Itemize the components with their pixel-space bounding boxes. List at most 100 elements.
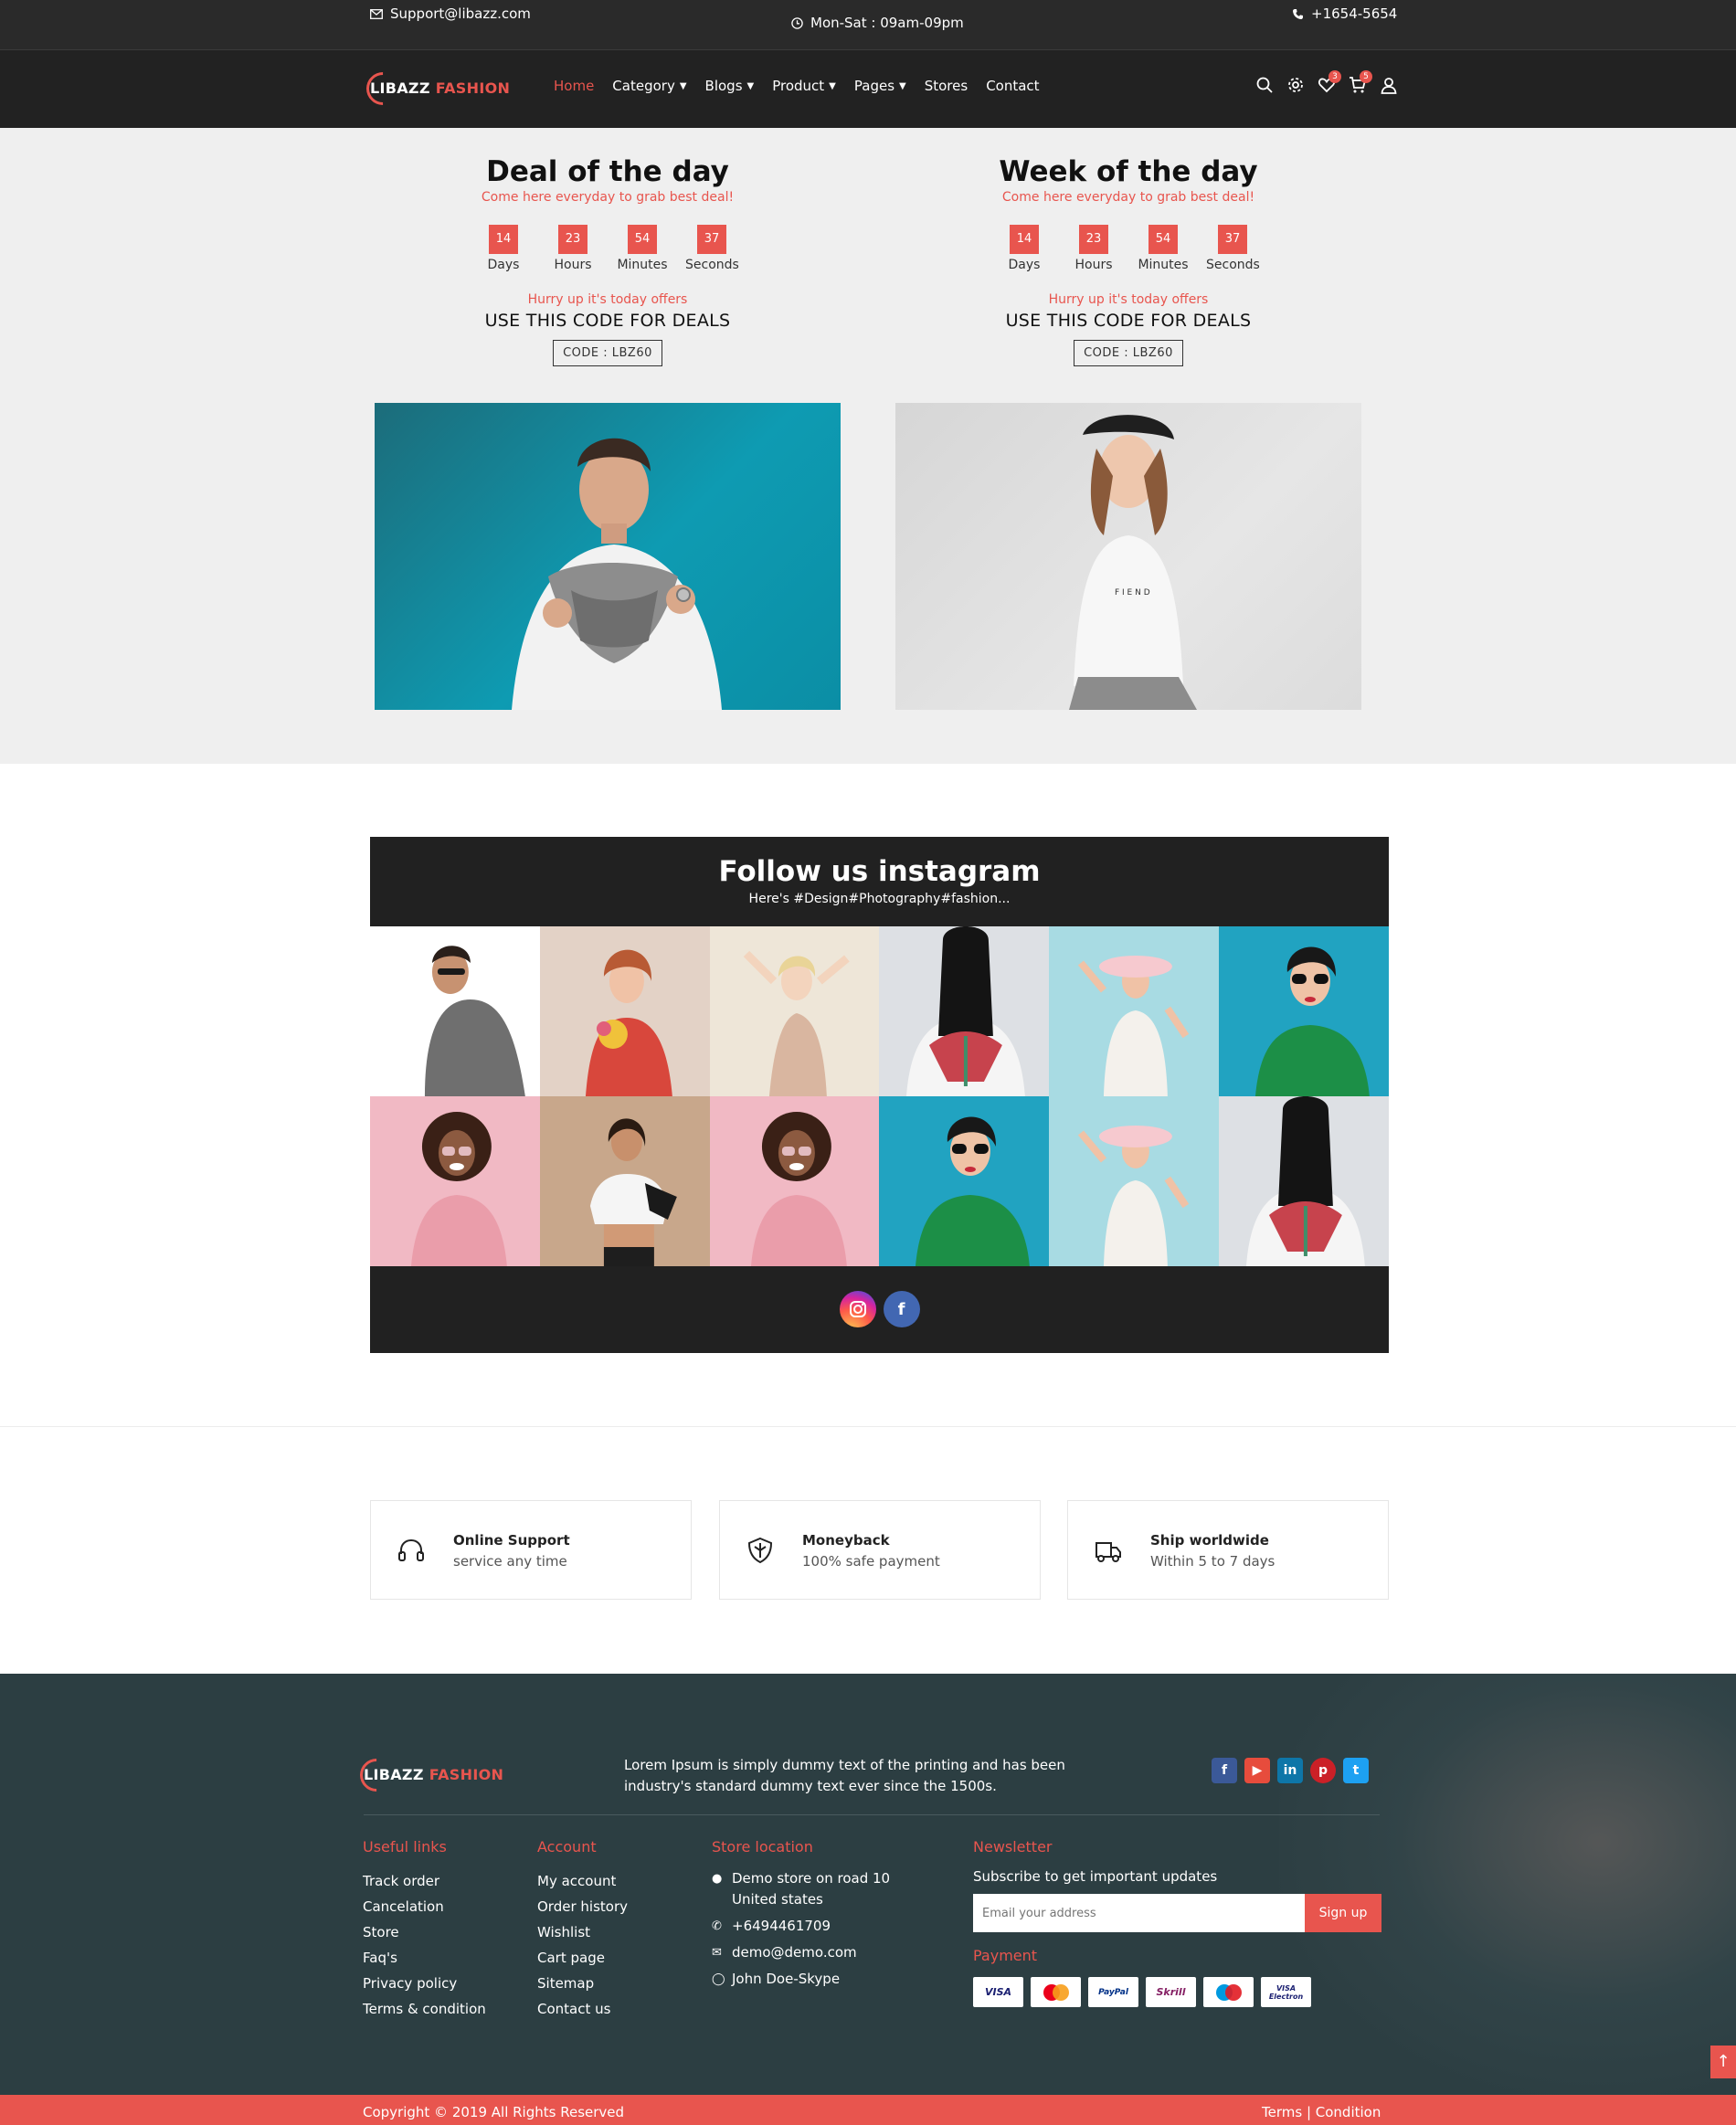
footer-link-faqs[interactable]: Faq's xyxy=(363,1945,486,1971)
nav-item-pages[interactable]: Pages ▼ xyxy=(854,78,906,94)
nav-item-category[interactable]: Category ▼ xyxy=(612,78,686,94)
instagram-grid xyxy=(370,926,1389,1266)
brand-name-primary: LIBAZZ xyxy=(370,79,430,97)
skrill-logo: Skrill xyxy=(1146,1977,1196,2007)
support-email[interactable]: Support@libazz.com xyxy=(370,5,531,22)
cart-count-badge: 5 xyxy=(1360,70,1372,83)
coupon-code[interactable]: CODE : LBZ60 xyxy=(1074,340,1183,366)
footer-link-terms[interactable]: Terms & condition xyxy=(363,1996,486,2022)
opening-hours: Mon-Sat : 09am-09pm xyxy=(791,15,964,31)
deal-image-man[interactable] xyxy=(375,403,841,710)
instagram-section: Follow us instagram Here's #Design#Photo… xyxy=(370,837,1389,1353)
footer-column-heading: Newsletter xyxy=(973,1838,1053,1855)
instagram-title: Follow us instagram xyxy=(718,855,1041,888)
brand-logo[interactable]: LIBAZZ FASHION xyxy=(359,65,511,112)
store-phone[interactable]: ✆ +6494461709 xyxy=(712,1916,890,1937)
terms-condition-link[interactable]: Terms | Condition xyxy=(1262,2104,1381,2120)
footer-link-sitemap[interactable]: Sitemap xyxy=(537,1971,628,1996)
footer-useful-links: Useful links Track order Cancelation Sto… xyxy=(363,1838,486,2022)
chevron-down-icon: ▼ xyxy=(829,80,836,91)
brand-name-secondary: FASHION xyxy=(429,1766,504,1783)
footer-link-my-account[interactable]: My account xyxy=(537,1868,628,1894)
deal-subtitle: Come here everyday to grab best deal! xyxy=(1001,190,1255,205)
footer-social-links: f ▶ in p t xyxy=(1212,1758,1369,1783)
instagram-photo[interactable] xyxy=(1049,926,1220,1096)
newsletter-subtitle: Subscribe to get important updates xyxy=(973,1868,1218,1885)
payment-methods: VISA PayPal Skrill VISA Electron xyxy=(973,1977,1381,2007)
footer-link-order-history[interactable]: Order history xyxy=(537,1894,628,1919)
pinterest-icon[interactable]: p xyxy=(1310,1758,1336,1783)
instagram-photo[interactable] xyxy=(1219,926,1389,1096)
newsletter-form: Sign up xyxy=(973,1894,1381,1932)
feature-title: Ship worldwide xyxy=(1150,1532,1269,1549)
feature-subtitle: 100% safe payment xyxy=(802,1553,940,1570)
facebook-icon[interactable]: f xyxy=(883,1291,920,1327)
opening-hours-text: Mon-Sat : 09am-09pm xyxy=(810,15,964,31)
address-line-1: Demo store on road 10 xyxy=(732,1870,891,1887)
countdown-days: 14 Days xyxy=(477,225,530,272)
nav-item-blogs[interactable]: Blogs ▼ xyxy=(705,78,755,94)
footer-logo[interactable]: LIBAZZ FASHION xyxy=(353,1751,504,1799)
newsletter-email-input[interactable] xyxy=(973,1894,1305,1932)
nav-item-label: Product xyxy=(772,78,825,94)
brand-name-primary: LIBAZZ xyxy=(364,1766,424,1783)
instagram-photo[interactable] xyxy=(709,926,880,1096)
youtube-icon[interactable]: ▶ xyxy=(1244,1758,1270,1783)
footer-link-wishlist[interactable]: Wishlist xyxy=(537,1919,628,1945)
footer-link-store[interactable]: Store xyxy=(363,1919,486,1945)
instagram-photo[interactable] xyxy=(370,1096,540,1266)
instagram-icon[interactable] xyxy=(839,1291,876,1327)
facebook-icon[interactable]: f xyxy=(1212,1758,1237,1783)
instagram-photo[interactable] xyxy=(539,926,710,1096)
feature-title: Online Support xyxy=(453,1532,570,1549)
store-skype[interactable]: ◯ John Doe-Skype xyxy=(712,1969,890,1990)
countdown-label: Minutes xyxy=(617,258,668,272)
footer-link-cancelation[interactable]: Cancelation xyxy=(363,1894,486,1919)
deal-image-woman[interactable]: F I E N D xyxy=(895,403,1361,710)
nav-item-product[interactable]: Product ▼ xyxy=(772,78,836,94)
gear-icon[interactable] xyxy=(1286,76,1305,96)
instagram-photo[interactable] xyxy=(370,926,540,1096)
store-email-text: demo@demo.com xyxy=(732,1944,857,1961)
signup-button[interactable]: Sign up xyxy=(1305,1894,1381,1932)
back-to-top-button[interactable]: ↑ xyxy=(1710,2046,1736,2078)
arrow-up-icon: ↑ xyxy=(1716,2052,1731,2071)
footer-link-privacy-policy[interactable]: Privacy policy xyxy=(363,1971,486,1996)
footer-divider xyxy=(364,1814,1380,1815)
user-icon[interactable] xyxy=(1380,76,1398,96)
support-phone[interactable]: +1654-5654 xyxy=(1292,5,1397,22)
brand-name-secondary: FASHION xyxy=(435,79,511,97)
footer-link-contact-us[interactable]: Contact us xyxy=(537,1996,628,2022)
instagram-photo[interactable] xyxy=(1219,1096,1389,1266)
instagram-photo[interactable] xyxy=(539,1096,710,1266)
countdown-value: 37 xyxy=(1218,225,1247,254)
instagram-photo[interactable] xyxy=(709,1096,880,1266)
instagram-photo[interactable] xyxy=(879,926,1050,1096)
nav-item-home[interactable]: Home xyxy=(554,78,594,94)
wishlist-button[interactable]: 3 xyxy=(1318,70,1341,96)
search-icon[interactable] xyxy=(1255,76,1274,96)
countdown-minutes: 54 Minutes xyxy=(616,225,669,272)
feature-subtitle: Within 5 to 7 days xyxy=(1150,1553,1276,1570)
instagram-photo[interactable] xyxy=(1049,1096,1220,1266)
visa-logo: VISA xyxy=(973,1977,1023,2007)
linkedin-icon[interactable]: in xyxy=(1277,1758,1303,1783)
coupon-code[interactable]: CODE : LBZ60 xyxy=(553,340,662,366)
instagram-photo[interactable] xyxy=(879,1096,1050,1266)
countdown-seconds: 37 Seconds xyxy=(685,225,739,272)
footer-link-cart-page[interactable]: Cart page xyxy=(537,1945,628,1971)
footer-column-heading: Useful links xyxy=(363,1838,447,1855)
nav-item-contact[interactable]: Contact xyxy=(986,78,1039,94)
twitter-icon[interactable]: t xyxy=(1343,1758,1369,1783)
instagram-tagline: Here's #Design#Photography#fashion... xyxy=(748,892,1011,906)
store-email[interactable]: ✉ demo@demo.com xyxy=(712,1942,890,1963)
countdown-label: Minutes xyxy=(1138,258,1189,272)
nav-item-stores[interactable]: Stores xyxy=(925,78,968,94)
footer-link-track-order[interactable]: Track order xyxy=(363,1868,486,1894)
deal-of-the-day: Deal of the day Come here everyday to gr… xyxy=(375,128,841,366)
svg-text:F I E N D: F I E N D xyxy=(1115,588,1150,597)
use-code-heading: USE THIS CODE FOR DEALS xyxy=(1005,311,1252,331)
feature-subtitle: service any time xyxy=(453,1553,567,1570)
visa-electron-logo: VISA Electron xyxy=(1261,1977,1311,2007)
cart-button[interactable]: 5 xyxy=(1349,70,1372,96)
